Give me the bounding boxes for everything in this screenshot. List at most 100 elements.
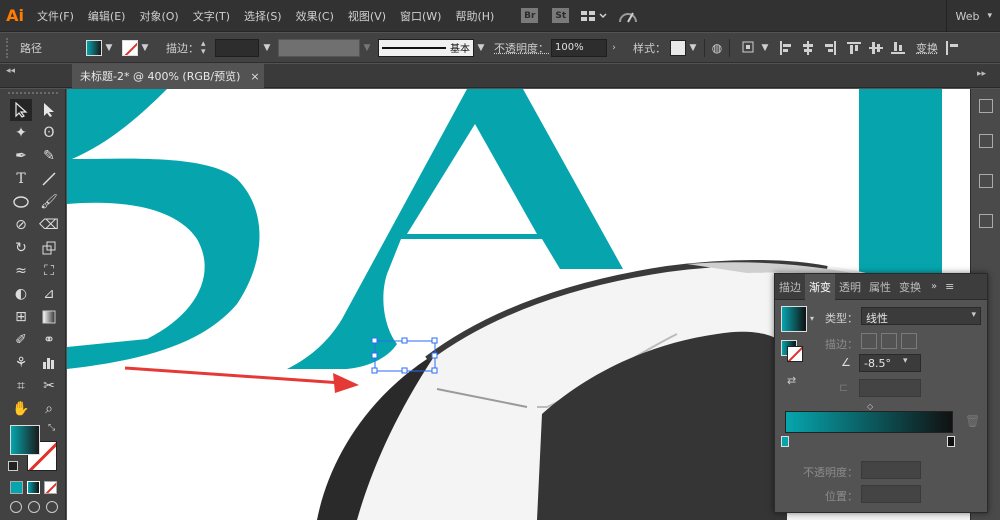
menu-type[interactable]: 文字(T) <box>186 8 237 24</box>
variable-width-profile[interactable] <box>278 38 360 57</box>
align-vertical-center-icon[interactable] <box>868 40 884 56</box>
graphic-style-swatch[interactable] <box>670 39 686 56</box>
opacity-label[interactable]: 不透明度： <box>494 40 549 56</box>
menu-window[interactable]: 窗口(W) <box>393 8 448 24</box>
tab-stroke[interactable]: 描边 <box>775 274 805 300</box>
bridge-button[interactable]: Br <box>521 8 539 23</box>
stroke-weight-field[interactable] <box>215 38 259 57</box>
fill-swatch[interactable] <box>86 39 102 56</box>
zoom-tool-icon[interactable]: ⌕ <box>38 398 60 420</box>
stroke-gradient-within-icon[interactable] <box>861 333 877 349</box>
color-mode-button[interactable] <box>10 481 23 494</box>
gradient-tool-icon[interactable] <box>38 306 60 328</box>
perspective-grid-tool-icon[interactable]: ⊿ <box>38 283 60 305</box>
distribute-icon[interactable] <box>944 40 960 56</box>
hand-tool-icon[interactable]: ✋ <box>10 398 32 420</box>
artboard-tool-icon[interactable]: ⌗ <box>10 375 32 397</box>
gradient-stop-start[interactable] <box>781 436 789 447</box>
draw-normal-icon[interactable] <box>10 501 22 513</box>
chevron-down-icon[interactable]: ▼ <box>102 43 116 53</box>
transform-link[interactable]: 变换 <box>916 40 938 56</box>
document-tab[interactable]: 未标题-2* @ 400% (RGB/预览) × <box>72 64 264 88</box>
recolor-artwork-icon[interactable]: ◍ <box>709 40 725 56</box>
paintbrush-tool-icon[interactable]: 🖌 <box>38 191 60 213</box>
chevron-down-icon[interactable]: ▾ <box>903 356 908 366</box>
dock-icon[interactable] <box>979 134 993 148</box>
line-segment-tool-icon[interactable] <box>38 168 60 190</box>
align-top-icon[interactable] <box>846 40 862 56</box>
column-graph-tool-icon[interactable] <box>38 352 60 374</box>
align-left-icon[interactable] <box>778 40 794 56</box>
eraser-tool-icon[interactable]: ⌫ <box>38 214 60 236</box>
gradient-slider[interactable] <box>785 411 953 433</box>
swap-fill-stroke-icon[interactable]: ⤡ <box>48 423 55 433</box>
dock-icon[interactable] <box>979 174 993 188</box>
workspace-switcher[interactable]: Web ▾ <box>946 0 1000 32</box>
opacity-field[interactable]: 100% <box>551 38 607 57</box>
stock-button[interactable]: St <box>552 8 570 23</box>
chevron-right-icon[interactable]: › <box>607 43 621 53</box>
menu-view[interactable]: 视图(V) <box>341 8 393 24</box>
chevron-down-icon[interactable]: ▼ <box>686 43 700 53</box>
free-transform-tool-icon[interactable]: ⛶ <box>38 260 60 282</box>
draw-inside-icon[interactable] <box>46 501 58 513</box>
gradient-midpoint-marker[interactable]: ◇ <box>867 402 873 411</box>
lasso-tool-icon[interactable]: ʘ <box>38 122 60 144</box>
gradient-stop-end[interactable] <box>947 436 955 447</box>
chevron-down-icon[interactable]: ▼ <box>474 43 488 53</box>
stop-opacity-field[interactable] <box>861 461 921 479</box>
tab-gradient[interactable]: 渐变 <box>805 273 835 300</box>
gradient-type-select[interactable]: 线性 ▾ <box>861 307 981 325</box>
chevron-down-icon[interactable]: ▼ <box>758 43 772 53</box>
chevron-down-icon[interactable]: ▼ <box>138 43 152 53</box>
stroke-gradient-along-icon[interactable] <box>881 333 897 349</box>
menu-select[interactable]: 选择(S) <box>237 8 289 24</box>
magic-wand-tool-icon[interactable]: ✦ <box>10 122 32 144</box>
shaper-tool-icon[interactable]: ⊘ <box>10 214 32 236</box>
default-fill-stroke-icon[interactable] <box>8 461 18 471</box>
draw-behind-icon[interactable] <box>28 501 40 513</box>
type-tool-icon[interactable]: T <box>10 168 32 190</box>
selection-tool-icon[interactable] <box>10 99 32 121</box>
menu-effect[interactable]: 效果(C) <box>289 8 341 24</box>
dock-icon[interactable] <box>979 214 993 228</box>
direct-selection-tool-icon[interactable] <box>38 99 60 121</box>
stop-location-field[interactable] <box>861 485 921 503</box>
width-tool-icon[interactable]: ≈ <box>10 260 32 282</box>
stroke-weight-stepper[interactable]: ▴ ▾ <box>201 39 213 56</box>
brush-definition-dropdown[interactable]: 基本 <box>378 38 474 57</box>
menu-file[interactable]: 文件(F) <box>30 8 81 24</box>
chevron-down-icon[interactable]: ▾ <box>810 314 814 323</box>
tab-attributes[interactable]: 属性 <box>865 274 895 300</box>
pen-tool-icon[interactable]: ✒ <box>10 145 32 167</box>
trash-icon[interactable]: 🗑 <box>965 414 980 428</box>
curvature-tool-icon[interactable]: ✎ <box>38 145 60 167</box>
none-mode-button[interactable] <box>44 481 57 494</box>
mesh-tool-icon[interactable]: ⊞ <box>10 306 32 328</box>
angle-field[interactable]: -8.5° <box>859 354 921 372</box>
tab-transparency[interactable]: 透明 <box>835 274 865 300</box>
rotate-tool-icon[interactable]: ↻ <box>10 237 32 259</box>
dock-icon[interactable] <box>979 99 993 113</box>
gradient-preview-swatch[interactable] <box>781 306 807 332</box>
blend-tool-icon[interactable]: ⚭ <box>38 329 60 351</box>
slice-tool-icon[interactable]: ✂ <box>38 375 60 397</box>
shape-builder-tool-icon[interactable]: ◐ <box>10 283 32 305</box>
collapse-panel-icon[interactable]: ▸▸ <box>977 69 986 79</box>
menu-object[interactable]: 对象(O) <box>132 8 185 24</box>
menu-edit[interactable]: 编辑(E) <box>81 8 133 24</box>
fill-color-swatch[interactable] <box>10 425 40 455</box>
collapse-panel-icon[interactable]: ◂◂ <box>6 66 15 76</box>
symbol-sprayer-tool-icon[interactable]: ⚘ <box>10 352 32 374</box>
gpu-performance-icon[interactable] <box>617 8 639 24</box>
stroke-swatch[interactable] <box>122 39 138 56</box>
reverse-gradient-icon[interactable]: ⇄ <box>787 374 796 387</box>
aspect-ratio-field[interactable] <box>859 379 921 397</box>
panel-menu-icon[interactable]: ≡ <box>945 280 954 293</box>
stroke-gradient-across-icon[interactable] <box>901 333 917 349</box>
chevron-down-icon[interactable]: ▼ <box>260 43 274 53</box>
close-icon[interactable]: × <box>250 70 259 83</box>
ellipse-tool-icon[interactable] <box>10 191 32 213</box>
eyedropper-tool-icon[interactable]: ✐ <box>10 329 32 351</box>
tab-transform[interactable]: 变换 <box>895 274 925 300</box>
